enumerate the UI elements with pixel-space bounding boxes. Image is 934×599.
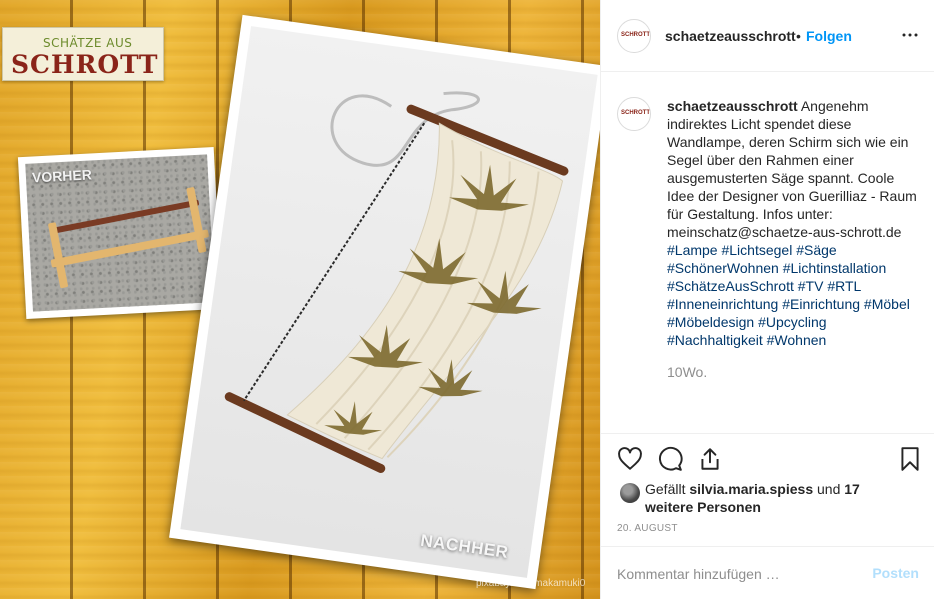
post-sidebar: SCHROTT schaetzeausschrott • Folgen SCHR… [600, 0, 934, 599]
avatar-logo-text: SCHROTT [621, 110, 650, 116]
saw-frame-right [186, 186, 207, 254]
post-header: SCHROTT schaetzeausschrott • Folgen [601, 0, 934, 72]
image-watermark: pixabay.com makamuki0 [476, 578, 586, 589]
before-photo: VORHER [17, 146, 223, 320]
post-caption: schaetzeausschrott Angenehm indirektes L… [667, 97, 919, 349]
caption-author-avatar[interactable]: SCHROTT [617, 97, 651, 131]
post-comment-button[interactable]: Posten [872, 565, 919, 581]
post-actions: Gefällt silvia.maria.spiess und 17 weite… [601, 433, 934, 551]
hashtag-link[interactable]: #Inneneinrichtung [667, 296, 778, 312]
logo-line-1: SCHÄTZE AUS [43, 36, 133, 50]
comments-area: SCHROTT schaetzeausschrott Angenehm indi… [601, 73, 934, 433]
logo-line-2: SCHROTT [11, 50, 159, 79]
caption-username[interactable]: schaetzeausschrott [667, 98, 798, 114]
hashtag-link[interactable]: #Einrichtung [782, 296, 860, 312]
bookmark-icon[interactable] [897, 446, 923, 472]
hashtag-link[interactable]: #Nachhaltigkeit [667, 332, 763, 348]
hashtag-link[interactable]: #TV [798, 278, 824, 294]
hashtag-link[interactable]: #Wohnen [767, 332, 827, 348]
avatar-logo-text: SCHROTT [621, 32, 650, 38]
more-horizontal-icon[interactable] [901, 26, 919, 44]
likes-text: Gefällt silvia.maria.spiess und 17 weite… [645, 480, 905, 516]
hashtag-link[interactable]: #SchätzeAusSchrott [667, 278, 794, 294]
post-image[interactable]: SCHÄTZE AUS SCHROTT VORHER NACHHER pixab… [0, 0, 600, 599]
hashtag-link[interactable]: #Upcycling [758, 314, 826, 330]
comment-icon[interactable] [657, 446, 683, 472]
brand-logo: SCHÄTZE AUS SCHROTT [2, 27, 164, 81]
saw-frame-bottom [50, 229, 210, 268]
hashtag-list: #Lampe #Lichtsegel #Säge #SchönerWohnen … [667, 242, 910, 348]
add-comment-section: Posten [601, 546, 934, 599]
lamp-illustration [224, 91, 569, 473]
hashtag-link[interactable]: #Möbel [864, 296, 910, 312]
hashtag-link[interactable]: #Säge [796, 242, 836, 258]
header-separator: • [796, 28, 801, 44]
caption-text: Angenehm indirektes Licht spendet diese … [667, 98, 917, 240]
heart-icon[interactable] [617, 446, 643, 472]
follow-button[interactable]: Folgen [806, 28, 852, 44]
liker-username[interactable]: silvia.maria.spiess [689, 481, 813, 497]
author-username[interactable]: schaetzeausschrott [665, 28, 796, 44]
comment-input[interactable] [617, 563, 857, 585]
post-age[interactable]: 10Wo. [667, 364, 707, 380]
post-date[interactable]: 20. AUGUST [617, 523, 678, 534]
likes-prefix: Gefällt [645, 481, 686, 497]
hashtag-link[interactable]: #RTL [827, 278, 860, 294]
likes-connector: und [817, 481, 841, 497]
share-icon[interactable] [697, 446, 723, 472]
hashtag-link[interactable]: #Möbeldesign [667, 314, 754, 330]
saw-frame-top [50, 199, 200, 234]
author-avatar[interactable]: SCHROTT [617, 19, 651, 53]
hashtag-link[interactable]: #Lichtsegel [721, 242, 792, 258]
liker-avatar[interactable] [620, 483, 640, 503]
hashtag-link[interactable]: #Lampe [667, 242, 718, 258]
after-photo: NACHHER [169, 14, 600, 590]
hashtag-link[interactable]: #Lichtinstallation [783, 260, 887, 276]
before-label: VORHER [31, 166, 93, 186]
hashtag-link[interactable]: #SchönerWohnen [667, 260, 779, 276]
